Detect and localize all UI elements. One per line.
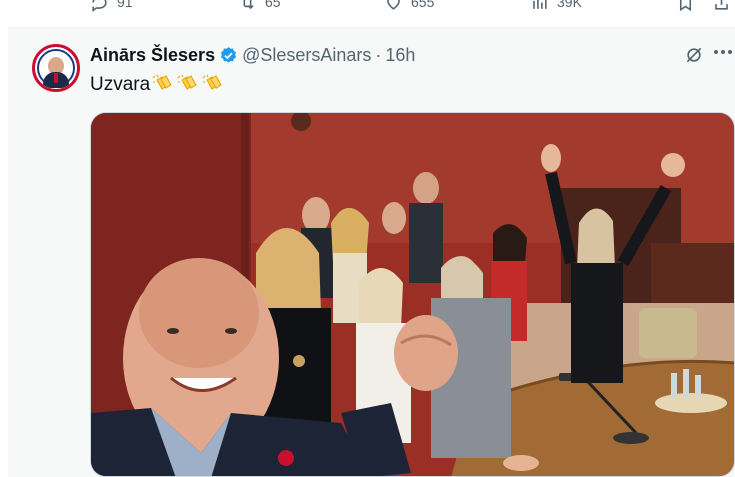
bookmark-icon [679,0,692,11]
retweet-icon [243,0,254,9]
header-separator: · [375,44,382,65]
reply-button[interactable]: 91 [90,0,133,12]
reply-count: 91 [117,0,133,10]
clapping-hands-icon [152,74,172,90]
video-frame [91,113,734,476]
views-count: 39K [557,0,582,10]
heart-icon [387,0,400,10]
tweet-text: Uzvara [90,74,225,96]
author-name[interactable]: Ainārs Šlesers [90,45,215,66]
bookmark-button[interactable] [676,0,695,12]
avatar[interactable] [32,44,80,92]
views-button[interactable]: 39K [530,0,582,12]
tweet-text-content: Uzvara [90,74,151,95]
share-button[interactable] [712,0,731,12]
like-button[interactable]: 655 [384,0,434,12]
reply-icon [92,0,107,12]
verified-badge-icon[interactable] [219,46,238,65]
retweet-button[interactable]: 65 [238,0,281,12]
retweet-count: 65 [265,0,281,10]
more-options-icon[interactable] [714,50,732,54]
author-handle[interactable]: @SlesersAinars [242,45,371,66]
grok-icon[interactable] [684,45,704,65]
previous-tweet-actions: 91 65 655 39K [0,0,735,28]
tweet-header: Ainārs Šlesers @SlesersAinars · 16h [90,44,415,66]
clapping-hands-icon [202,74,222,90]
tweet-timestamp[interactable]: 16h [385,45,415,66]
like-count: 655 [411,0,435,10]
tweet-video-media[interactable] [90,112,735,477]
tweet-card[interactable]: Ainārs Šlesers @SlesersAinars · 16h Uzva… [8,28,735,477]
clapping-hands-emojis [151,74,225,96]
clapping-hands-icon [177,74,197,90]
share-icon [715,0,728,10]
avatar-tie [54,73,58,83]
views-chart-icon [533,0,547,9]
